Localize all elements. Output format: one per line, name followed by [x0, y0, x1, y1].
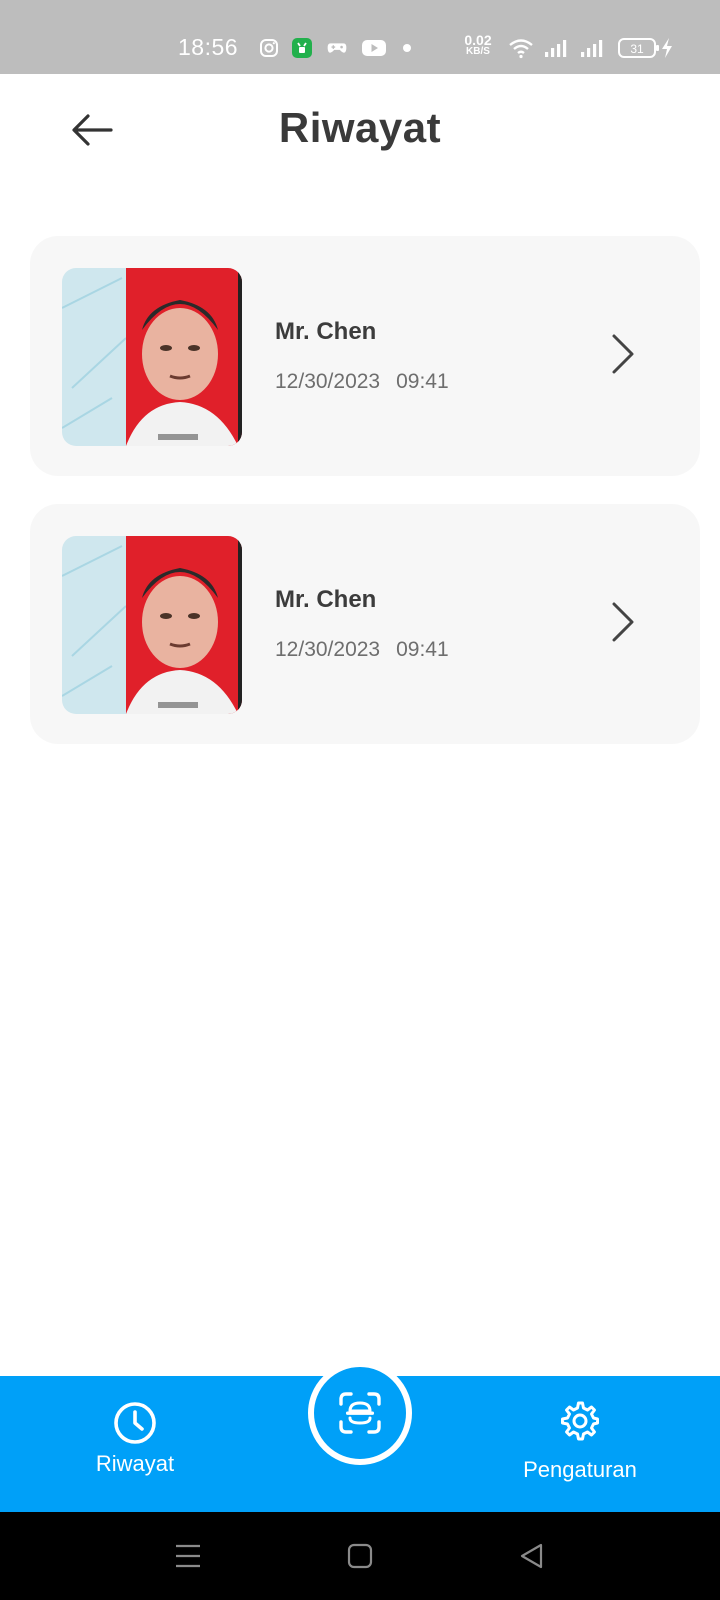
scan-datetime: 12/30/2023 09:41 — [275, 370, 449, 394]
recent-apps-button[interactable] — [170, 1538, 206, 1574]
id-card-photo — [62, 536, 242, 714]
chevron-right-icon — [612, 334, 634, 374]
scan-time: 09:41 — [396, 638, 449, 661]
id-card-photo — [62, 268, 242, 446]
nav-settings-label: Pengaturan — [523, 1457, 637, 1482]
system-nav-bar — [0, 1512, 720, 1600]
wifi-icon — [508, 37, 534, 59]
status-time: 18:56 — [178, 34, 239, 60]
menu-icon — [176, 1544, 200, 1568]
nav-history[interactable]: Riwayat — [70, 1400, 200, 1477]
network-speed: 0.02 KB/S — [460, 33, 496, 57]
gear-icon — [561, 1401, 599, 1441]
triangle-back-icon — [520, 1543, 543, 1569]
youtube-icon — [361, 37, 387, 59]
scan-button[interactable] — [308, 1361, 412, 1465]
scan-icon — [339, 1392, 381, 1434]
back-nav-button[interactable] — [514, 1538, 550, 1574]
app-store-icon — [291, 37, 313, 59]
scan-date: 12/30/2023 — [275, 370, 381, 393]
signal-icon — [544, 37, 570, 59]
person-name: Mr. Chen — [275, 586, 377, 613]
clock-icon — [114, 1402, 156, 1444]
square-icon — [347, 1543, 373, 1569]
status-bar: 18:56 0.02 KB/S 31 — [0, 0, 720, 74]
dot-icon — [401, 37, 413, 59]
network-speed-value: 0.02 — [464, 32, 492, 48]
network-speed-unit: KB/S — [466, 46, 490, 57]
nav-history-label: Riwayat — [95, 1451, 175, 1476]
game-controller-icon — [326, 37, 348, 59]
history-card[interactable]: Mr. Chen 12/30/2023 09:41 — [30, 236, 700, 476]
person-name: Mr. Chen — [275, 318, 377, 345]
nav-settings[interactable]: Pengaturan — [500, 1400, 660, 1483]
header: Riwayat — [0, 74, 720, 184]
scan-datetime: 12/30/2023 09:41 — [275, 638, 449, 662]
home-button[interactable] — [342, 1538, 378, 1574]
scan-time: 09:41 — [396, 370, 449, 393]
instagram-icon — [258, 37, 280, 59]
battery-icon: 31 — [618, 37, 660, 59]
battery-level: 31 — [630, 42, 644, 56]
charging-icon — [660, 37, 674, 59]
scan-date: 12/30/2023 — [275, 638, 381, 661]
chevron-right-icon — [612, 602, 634, 642]
history-card[interactable]: Mr. Chen 12/30/2023 09:41 — [30, 504, 700, 744]
page-title: Riwayat — [278, 104, 442, 151]
signal-icon — [580, 37, 606, 59]
